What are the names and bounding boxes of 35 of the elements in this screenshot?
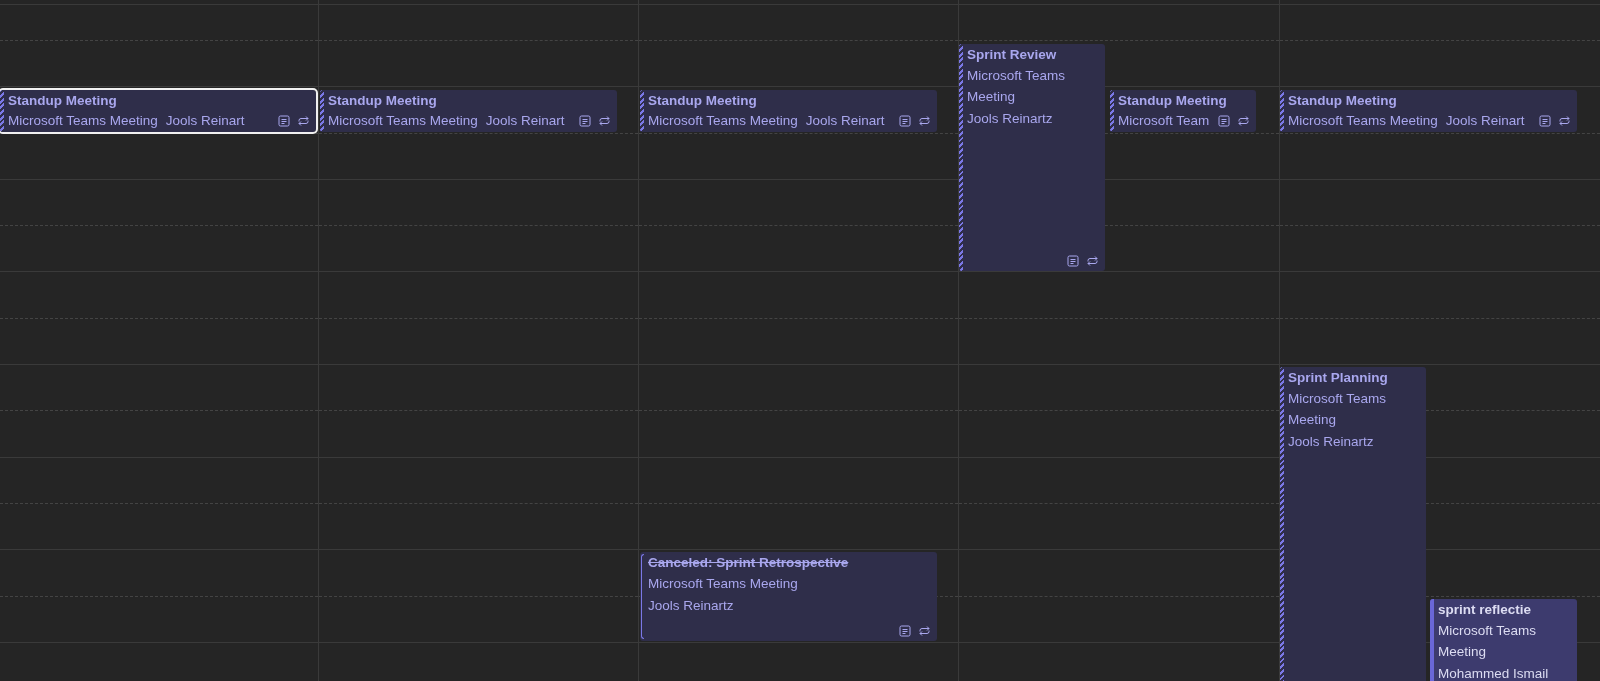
event-title: Standup Meeting xyxy=(8,92,118,110)
event-card[interactable]: Standup Meeting Microsoft Teams Meeting Jools Reinart xyxy=(640,90,937,132)
event-location: Microsoft Teams Meeting xyxy=(1288,112,1438,130)
event-title: Standup Meeting xyxy=(328,92,438,110)
event-organizer: Jools Reinart xyxy=(485,112,565,130)
event-location: Microsoft Teams Meeting xyxy=(328,112,478,130)
event-card[interactable]: Sprint Review Microsoft Teams Meeting Jools Reinartz xyxy=(959,44,1105,271)
event-organizer: Jools Reinartz xyxy=(1288,433,1375,451)
event-card[interactable]: Canceled: Sprint Retrospective Microsoft Teams Meeting Jools Reinartz xyxy=(640,552,937,641)
event-organizer: Jools Reinart xyxy=(805,112,885,130)
event-card[interactable]: Standup Meeting Microsoft Teams Meeting Jools Reinart xyxy=(1280,90,1577,132)
event-card[interactable]: Standup Meeting Microsoft Teams Meeting Jools Reinart xyxy=(320,90,617,132)
event-organizer: Jools Reinart xyxy=(165,112,245,130)
event-organizer: Jools Reinart xyxy=(1445,112,1525,130)
event-title: Standup Meeting xyxy=(1288,92,1398,110)
event-card[interactable]: sprint reflectie Microsoft Teams Meeting Mohammed Ismail xyxy=(1430,599,1577,681)
event-location: Microsoft Team xyxy=(1118,112,1210,130)
event-card[interactable]: Standup Meeting Microsoft Teams Meeting Jools Reinart xyxy=(0,90,316,132)
event-title: Sprint Planning xyxy=(1288,369,1389,387)
event-organizer: Jools Reinartz xyxy=(967,110,1054,128)
event-card[interactable]: Standup Meeting Microsoft Team xyxy=(1110,90,1256,132)
event-title: Canceled: Sprint Retrospective xyxy=(648,554,850,572)
event-organizer: Jools Reinartz xyxy=(648,597,735,615)
event-title: sprint reflectie xyxy=(1438,601,1533,619)
event-location: Microsoft Teams Meeting xyxy=(967,67,1067,106)
event-title: Standup Meeting xyxy=(1118,92,1228,110)
event-organizer: Mohammed Ismail xyxy=(1438,665,1550,681)
event-location: Microsoft Teams Meeting xyxy=(1288,390,1388,429)
event-location: Microsoft Teams Meeting xyxy=(648,575,799,593)
event-card[interactable]: Sprint Planning Microsoft Teams Meeting Jools Reinartz xyxy=(1280,367,1426,681)
event-location: Microsoft Teams Meeting xyxy=(648,112,798,130)
event-title: Sprint Review xyxy=(967,46,1058,64)
event-location: Microsoft Teams Meeting xyxy=(8,112,158,130)
event-location: Microsoft Teams Meeting xyxy=(1438,622,1538,661)
event-title: Standup Meeting xyxy=(648,92,758,110)
